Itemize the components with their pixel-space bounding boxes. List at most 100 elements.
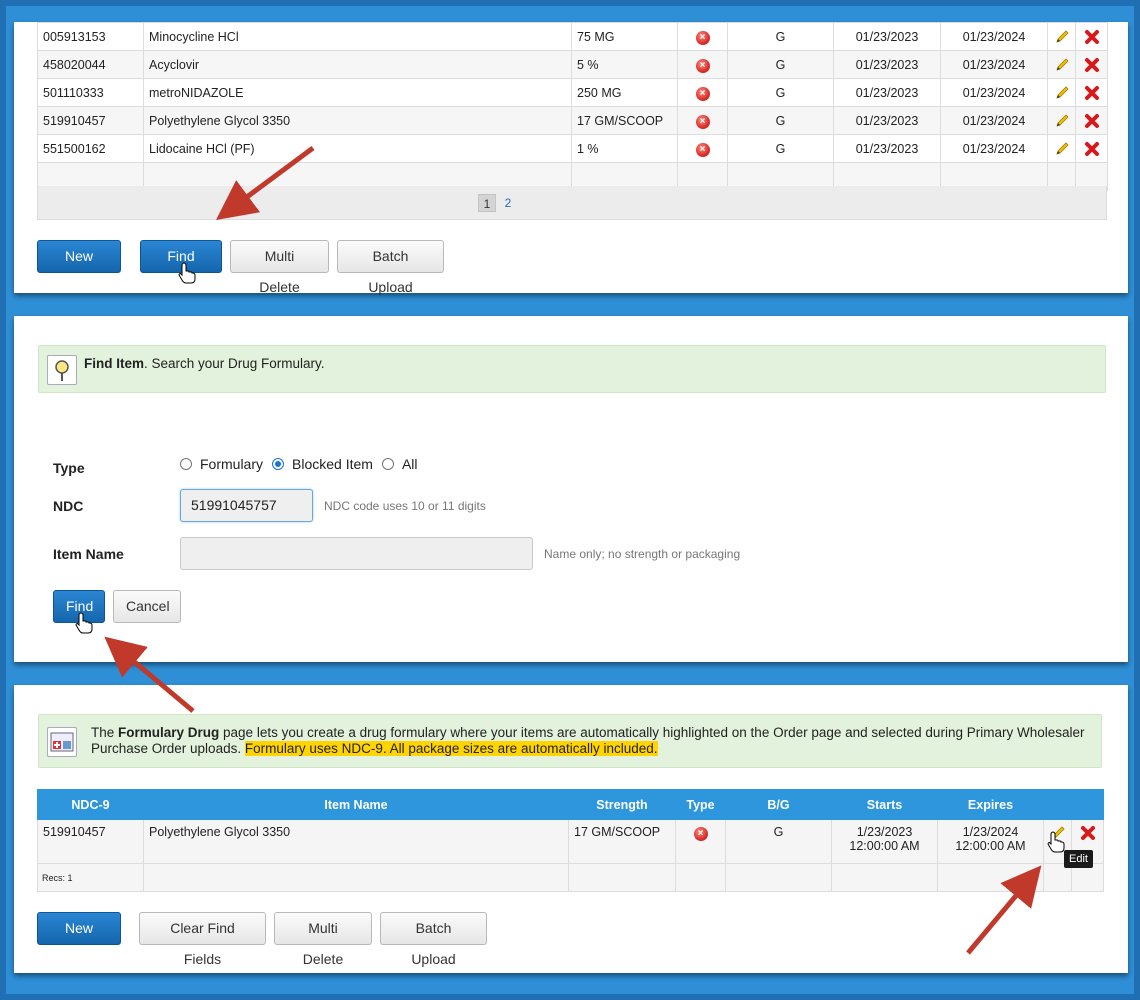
type-option-blocked-label: Blocked Item [292,456,373,472]
table-row: 005913153 Minocycline HCl 75 MG × G 01/23/202… [37,22,1108,51]
delete-x-icon[interactable] [1084,85,1100,101]
cell-name: Polyethylene Glycol 3350 [143,106,572,135]
find-item-panel: Find Item. Search your Drug Formulary. T… [14,316,1128,662]
table-row: 458020044 Acyclovir 5 % × G 01/23/2023 01/23/2… [37,50,1108,79]
page-2-link[interactable]: 2 [499,194,517,212]
blocked-icon: × [695,114,710,129]
batch-upload-button[interactable]: Batch Upload [380,912,487,967]
cell-bg: G [727,106,834,135]
cell-type: × [677,106,728,135]
expires-date: 1/23/2024 [962,825,1019,839]
radio-blocked-item[interactable] [272,458,285,470]
col-strength[interactable]: Strength [568,789,676,820]
type-option-formulary[interactable]: Formulary [180,456,263,472]
cell-delete [1075,22,1108,51]
cell-name: Polyethylene Glycol 3350 [143,819,569,864]
ndc-label: NDC [53,498,84,514]
blocked-icon: × [695,30,710,45]
hand-cursor-icon [75,612,93,634]
table-row: 519910457 Polyethylene Glycol 3350 17 GM/S… [37,106,1108,135]
cell-starts: 01/23/2023 [833,22,941,51]
cell-delete [1075,78,1108,107]
cell-name: Lidocaine HCl (PF) [143,134,572,163]
col-bg[interactable]: B/G [725,789,832,820]
item-name-input[interactable] [180,537,533,570]
result-table: NDC-9 Item Name Strength Type B/G Starts… [37,789,1104,892]
batch-upload-button[interactable]: Batch Upload [337,240,444,295]
ndc-hint: NDC code uses 10 or 11 digits [324,499,486,513]
cancel-button[interactable]: Cancel [113,590,181,623]
cell-bg: G [727,50,834,79]
cell-type: × [677,22,728,51]
col-ndc9[interactable]: NDC-9 [37,789,144,820]
starts-time: 12:00:00 AM [849,839,920,853]
pencil-icon[interactable] [1054,29,1070,45]
type-option-formulary-label: Formulary [200,456,264,472]
cell-ndc: 458020044 [37,50,144,79]
formulary-result-panel: The Formulary Drug page lets you create … [14,685,1128,973]
cell-expires: 01/23/2024 [940,50,1048,79]
expires-time: 12:00:00 AM [955,839,1026,853]
cell-strength: 17 GM/SCOOP [568,819,676,864]
pencil-icon[interactable] [1054,85,1070,101]
col-item-name[interactable]: Item Name [143,789,569,820]
pager: 1 2 [478,194,517,212]
cell-bg: G [727,22,834,51]
cell-expires: 01/23/2024 [940,78,1048,107]
cell-strength: 5 % [571,50,678,79]
col-type[interactable]: Type [675,789,726,820]
cell-type: × [677,50,728,79]
col-starts[interactable]: Starts [831,789,938,820]
delete-x-icon[interactable] [1084,141,1100,157]
cell-expires: 01/23/2024 [940,134,1048,163]
pencil-icon[interactable] [1054,57,1070,73]
radio-formulary[interactable] [180,458,192,470]
cell-bg: G [727,78,834,107]
cell-type: × [675,819,726,864]
radio-all[interactable] [381,458,394,470]
blocked-icon: × [693,827,708,841]
pencil-icon[interactable] [1054,141,1070,157]
col-expires[interactable]: Expires [937,789,1044,820]
delete-x-icon[interactable] [1084,29,1100,45]
cell-strength: 1 % [571,134,678,163]
type-radio-group: Formulary Blocked Item All [180,456,427,472]
cell-ndc: 551500162 [37,134,144,163]
page-1-link[interactable]: 1 [478,194,496,212]
cell-ndc: 519910457 [37,819,144,864]
blocked-icon: × [695,58,710,73]
cell-starts: 01/23/2023 [833,106,941,135]
new-item-button[interactable]: New Item [37,240,121,295]
pharmacy-icon [47,727,77,757]
cell-type: × [677,134,728,163]
cell-strength: 17 GM/SCOOP [571,106,678,135]
new-item-button[interactable]: New Item [37,912,121,967]
delete-x-icon[interactable] [1084,57,1100,73]
cell-name: metroNIDAZOLE [143,78,572,107]
type-option-all-label: All [401,456,418,472]
clear-find-fields-button[interactable]: Clear Find Fields [139,912,266,967]
cell-starts: 1/23/2023 12:00:00 AM [831,819,938,864]
pencil-icon[interactable] [1054,113,1070,129]
delete-x-icon[interactable] [1084,113,1100,129]
multi-delete-button[interactable]: Multi Delete [274,912,372,967]
cell-starts: 01/23/2023 [833,134,941,163]
type-option-all[interactable]: All [381,456,418,472]
delete-x-icon[interactable] [1080,825,1096,841]
hand-cursor-icon [1047,831,1065,853]
cell-strength: 75 MG [571,22,678,51]
cell-ndc: 519910457 [37,106,144,135]
find-item-info-text: . Search your Drug Formulary. [144,356,325,371]
table-row: 501110333 metroNIDAZOLE 250 MG × G 01/23/2023… [37,78,1108,107]
multi-delete-button[interactable]: Multi Delete [230,240,329,295]
cell-bg: G [727,134,834,163]
col-edit [1043,789,1072,820]
cell-expires: 1/23/2024 12:00:00 AM [937,819,1044,864]
cell-expires: 01/23/2024 [940,22,1048,51]
ndc-input[interactable]: 51991045757 [180,489,313,522]
type-option-blocked[interactable]: Blocked Item [272,456,373,472]
col-delete [1071,789,1104,820]
cell-ndc: 005913153 [37,22,144,51]
find-item-info-title: Find Item [84,356,144,371]
blocked-icon: × [695,142,710,157]
